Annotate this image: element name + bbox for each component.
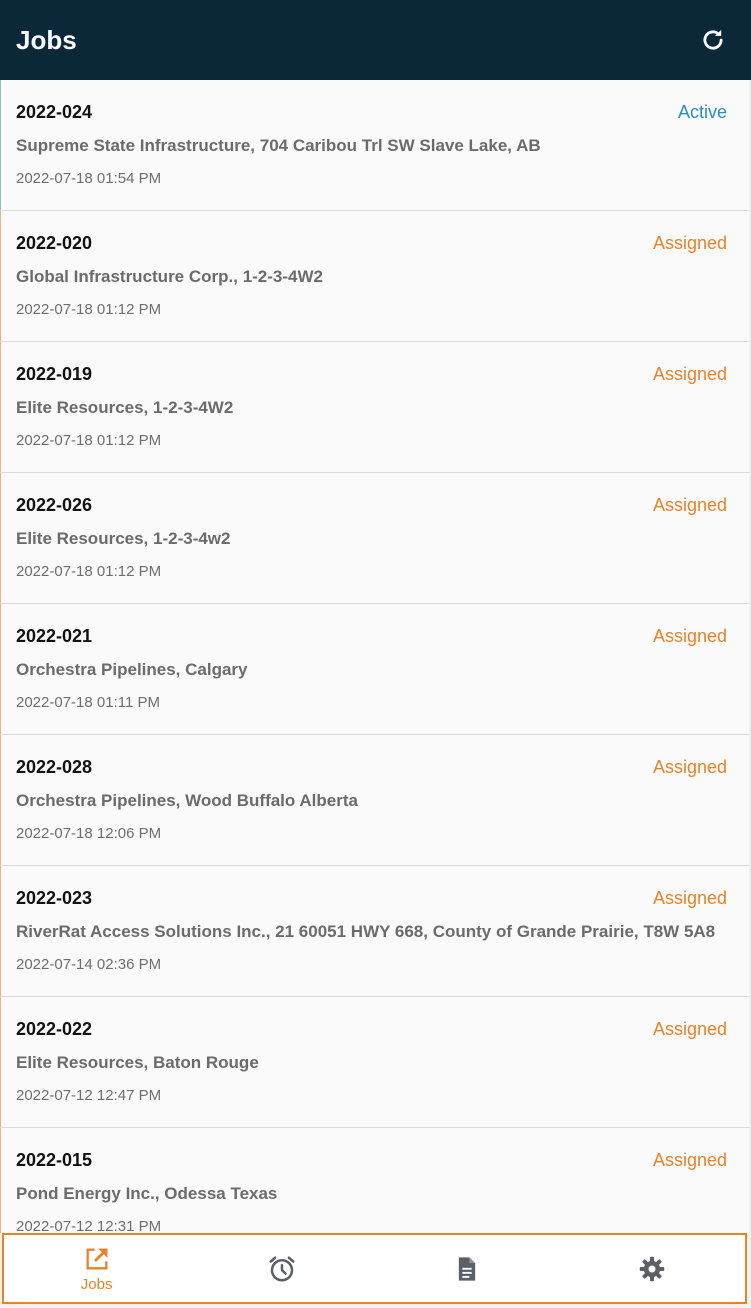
job-number: 2022-024: [16, 102, 93, 122]
job-client: Supreme State Infrastructure, 704 Caribo…: [16, 136, 541, 155]
open-in-new-icon: [86, 1248, 108, 1269]
jobs-screen: Jobs 2022-024 Active Supreme State Infra…: [0, 0, 751, 1308]
nav-tab-timesheet[interactable]: [189, 1235, 374, 1302]
nav-tab-documents[interactable]: [375, 1235, 560, 1302]
job-card[interactable]: 2022-015 Assigned Pond Energy Inc., Odes…: [0, 1128, 749, 1233]
job-date: 2022-07-18 01:12 PM: [16, 432, 162, 449]
job-number: 2022-026: [16, 495, 93, 515]
job-number: 2022-020: [16, 233, 93, 253]
gear-icon: [640, 1256, 665, 1281]
bottom-navigation: Jobs: [2, 1233, 747, 1304]
job-card[interactable]: 2022-026 Assigned Elite Resources, 1-2-3…: [0, 473, 749, 604]
job-list: 2022-024 Active Supreme State Infrastruc…: [0, 80, 751, 1233]
job-card[interactable]: 2022-028 Assigned Orchestra Pipelines, W…: [0, 735, 749, 866]
job-status-badge: Assigned: [652, 888, 727, 908]
job-date: 2022-07-18 12:06 PM: [16, 825, 162, 842]
job-number: 2022-028: [16, 757, 93, 777]
job-client: Elite Resources, Baton Rouge: [16, 1053, 259, 1072]
job-client: Elite Resources, 1-2-3-4w2: [16, 529, 231, 548]
job-date: 2022-07-14 02:36 PM: [16, 956, 162, 973]
job-date: 2022-07-12 12:31 PM: [16, 1218, 162, 1233]
job-number: 2022-015: [16, 1150, 93, 1170]
app-header: Jobs: [0, 0, 751, 80]
job-status-badge: Active: [677, 102, 727, 122]
job-number: 2022-022: [16, 1019, 93, 1039]
job-status-badge: Assigned: [652, 757, 727, 777]
job-client: Pond Energy Inc., Odessa Texas: [16, 1184, 278, 1203]
job-client: Orchestra Pipelines, Calgary: [16, 660, 248, 679]
job-client: Elite Resources, 1-2-3-4W2: [16, 398, 234, 417]
job-status-badge: Assigned: [652, 626, 727, 646]
job-status-badge: Assigned: [652, 364, 727, 384]
job-card[interactable]: 2022-020 Assigned Global Infrastructure …: [0, 211, 749, 342]
job-number: 2022-019: [16, 364, 93, 384]
job-number: 2022-021: [16, 626, 93, 646]
job-date: 2022-07-12 12:47 PM: [16, 1087, 162, 1104]
job-status-badge: Assigned: [652, 233, 727, 253]
document-icon: [458, 1256, 476, 1281]
job-number: 2022-023: [16, 888, 93, 908]
job-card[interactable]: 2022-024 Active Supreme State Infrastruc…: [0, 80, 749, 211]
job-status-badge: Assigned: [652, 1019, 727, 1039]
job-card[interactable]: 2022-022 Assigned Elite Resources, Baton…: [0, 997, 749, 1128]
refresh-button[interactable]: [693, 20, 733, 60]
job-status-badge: Assigned: [652, 1150, 727, 1170]
nav-tab-settings[interactable]: [560, 1235, 745, 1302]
refresh-icon: [703, 29, 723, 50]
job-date: 2022-07-18 01:12 PM: [16, 301, 162, 318]
job-status-badge: Assigned: [652, 495, 727, 515]
alarm-clock-icon: [269, 1256, 295, 1281]
job-date: 2022-07-18 01:11 PM: [16, 694, 160, 711]
job-date: 2022-07-18 01:54 PM: [16, 170, 162, 187]
job-client: RiverRat Access Solutions Inc., 21 60051…: [16, 922, 716, 941]
job-date: 2022-07-18 01:12 PM: [16, 563, 162, 580]
job-client: Global Infrastructure Corp., 1-2-3-4W2: [16, 267, 323, 286]
nav-label-jobs: Jobs: [80, 1275, 113, 1293]
job-card[interactable]: 2022-023 Assigned RiverRat Access Soluti…: [0, 866, 749, 997]
job-card[interactable]: 2022-021 Assigned Orchestra Pipelines, C…: [0, 604, 749, 735]
job-client: Orchestra Pipelines, Wood Buffalo Albert…: [16, 791, 358, 810]
nav-tab-jobs[interactable]: Jobs: [4, 1235, 189, 1302]
job-card[interactable]: 2022-019 Assigned Elite Resources, 1-2-3…: [0, 342, 749, 473]
page-title: Jobs: [16, 24, 77, 55]
